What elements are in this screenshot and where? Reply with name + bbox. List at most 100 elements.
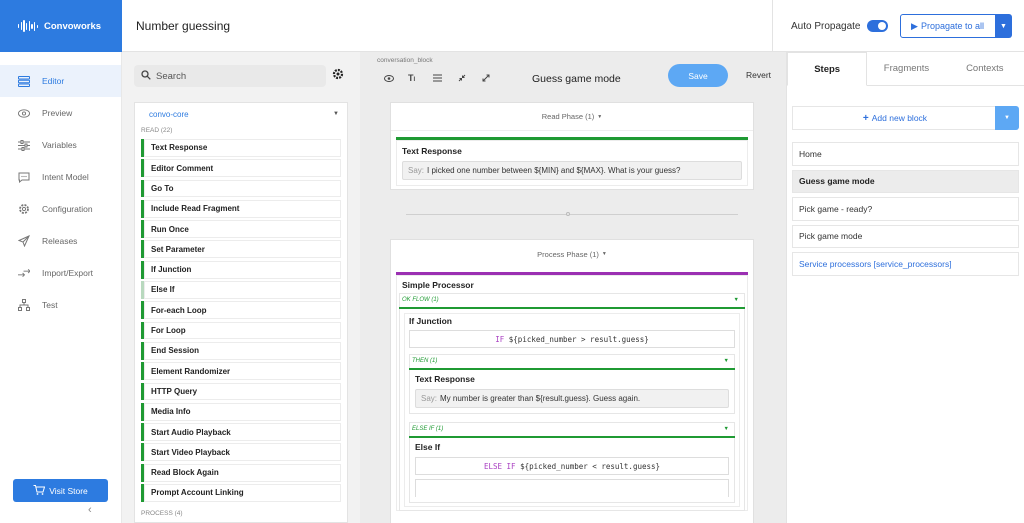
if-junction-element[interactable]: If Junction IF ${picked_number > result.… <box>404 313 740 507</box>
sidebar-item-intent-model[interactable]: Intent Model <box>0 161 121 193</box>
component-item[interactable]: Run Once <box>141 220 341 238</box>
component-item[interactable]: Text Response <box>141 139 341 157</box>
step-item[interactable]: Pick game - ready? <box>792 197 1019 221</box>
component-panel: Search convo-core ▼ READ (22) Text Respo… <box>122 52 360 523</box>
sidebar-item-import-export[interactable]: Import/Export <box>0 257 121 289</box>
right-tabs: Steps Fragments Contexts <box>787 52 1024 86</box>
component-item[interactable]: Set Parameter <box>141 240 341 259</box>
say-text: Say: I picked one number between ${MIN} … <box>402 161 742 180</box>
ok-flow: OK FLOW (1) ▼ If Junction IF ${picked_nu… <box>399 293 745 511</box>
step-item[interactable]: Home <box>792 142 1019 166</box>
process-phase-header[interactable]: Process Phase (1) ▼ <box>391 240 753 268</box>
chevron-down-icon: ▼ <box>723 358 729 364</box>
gear-icon[interactable] <box>332 68 344 82</box>
auto-propagate-label: Auto Propagate <box>791 20 861 32</box>
step-item[interactable]: Pick game mode <box>792 224 1019 248</box>
tab-fragments[interactable]: Fragments <box>867 52 945 85</box>
right-panel: Steps Fragments Contexts + Add new block… <box>786 52 1024 523</box>
expand-icon[interactable] <box>482 74 490 84</box>
search-icon <box>141 69 151 83</box>
gear-icon <box>18 203 30 215</box>
chevron-down-icon: ▼ <box>333 111 339 117</box>
eye-icon <box>18 107 30 119</box>
sidebar-item-variables[interactable]: Variables <box>0 129 121 161</box>
package-select[interactable]: convo-core ▼ <box>135 103 347 125</box>
search-input[interactable]: Search <box>134 65 326 87</box>
component-item[interactable]: Prompt Account Linking <box>141 484 341 502</box>
component-item[interactable]: Go To <box>141 179 341 198</box>
component-item[interactable]: End Session <box>141 341 341 360</box>
cart-icon <box>33 484 46 497</box>
component-item[interactable]: Start Audio Playback <box>141 423 341 441</box>
list-icon[interactable] <box>433 74 442 84</box>
else-if-element[interactable]: Else If ELSE IF ${picked_number < result… <box>415 442 729 497</box>
component-item[interactable]: Start Video Playback <box>141 443 341 462</box>
text-response-element[interactable]: Text Response Say: I picked one number b… <box>396 137 748 186</box>
propagate-dropdown-button[interactable]: ▼ <box>995 14 1012 38</box>
sidebar-item-configuration[interactable]: Configuration <box>0 193 121 225</box>
else-if-flow: ELSE IF (1) ▼ Else If ELSE IF ${picked_n… <box>409 422 735 503</box>
component-item[interactable]: Media Info <box>141 402 341 421</box>
component-list: convo-core ▼ READ (22) Text Response Edit… <box>134 102 348 523</box>
process-phase: Process Phase (1) ▼ Simple Processor OK … <box>390 239 754 523</box>
text-format-icon[interactable]: TI <box>408 73 415 83</box>
chat-icon <box>18 171 30 183</box>
import-export-icon <box>18 267 30 279</box>
component-item[interactable]: If Junction <box>141 260 341 279</box>
nested-flow-placeholder <box>415 479 729 497</box>
tab-contexts[interactable]: Contexts <box>946 52 1024 85</box>
search-placeholder: Search <box>156 70 187 82</box>
page-title: Number guessing <box>136 19 231 33</box>
component-item[interactable]: Include Read Fragment <box>141 199 341 218</box>
divider-handle[interactable] <box>566 212 570 216</box>
then-flow-header[interactable]: THEN (1) ▼ <box>409 354 735 370</box>
component-item[interactable]: Read Block Again <box>141 463 341 482</box>
collapse-icon[interactable] <box>458 74 466 84</box>
propagate-controls: Auto Propagate ▶ Propagate to all ▼ <box>772 0 1024 52</box>
top-bar: Number guessing Auto Propagate ▶ Propaga… <box>122 0 1024 52</box>
component-item[interactable]: Else If <box>141 281 341 299</box>
revert-button[interactable]: Revert <box>746 70 771 80</box>
sidebar-item-releases[interactable]: Releases <box>0 225 121 257</box>
component-item[interactable]: For-each Loop <box>141 301 341 320</box>
chevron-down-icon: ▼ <box>1004 115 1010 121</box>
phase-divider <box>406 214 738 215</box>
else-if-flow-header[interactable]: ELSE IF (1) ▼ <box>409 422 735 438</box>
else-if-condition: ELSE IF ${picked_number < result.guess} <box>415 457 729 475</box>
block-title: Guess game mode <box>532 73 621 85</box>
plus-icon: + <box>862 112 869 124</box>
step-item[interactable]: Guess game mode <box>792 169 1019 193</box>
component-item[interactable]: Editor Comment <box>141 159 341 178</box>
component-item[interactable]: For Loop <box>141 321 341 340</box>
ok-flow-header[interactable]: OK FLOW (1) ▼ <box>399 293 745 309</box>
tree-icon <box>18 299 30 311</box>
chevron-down-icon: ▼ <box>597 113 603 120</box>
play-icon: ▶ <box>911 20 918 31</box>
chevron-down-icon: ▼ <box>733 297 739 303</box>
process-section-label: PROCESS (4) <box>141 510 183 518</box>
propagate-to-all-button[interactable]: ▶ Propagate to all <box>899 14 996 38</box>
simple-processor-element[interactable]: Simple Processor OK FLOW (1) ▼ If Juncti… <box>396 272 748 511</box>
soundwave-icon <box>18 19 38 33</box>
brand-logo[interactable]: Convoworks <box>0 0 122 52</box>
sidebar-item-editor[interactable]: Editor <box>0 65 121 97</box>
save-button[interactable]: Save <box>668 64 728 87</box>
then-text-response[interactable]: Text Response Say: My number is greater … <box>415 374 729 408</box>
add-new-block-button[interactable]: + Add new block <box>792 106 998 130</box>
tab-steps[interactable]: Steps <box>787 52 868 86</box>
step-item[interactable]: Service processors [service_processors] <box>792 252 1019 276</box>
component-item[interactable]: Element Randomizer <box>141 362 341 381</box>
sidebar-item-test[interactable]: Test <box>0 289 121 321</box>
sidebar-item-preview[interactable]: Preview <box>0 97 121 129</box>
component-item[interactable]: HTTP Query <box>141 382 341 401</box>
steps-list: Home Guess game mode Pick game - ready? Pic… <box>792 142 1019 280</box>
add-block-dropdown-button[interactable]: ▼ <box>995 106 1019 130</box>
auto-propagate-toggle[interactable] <box>866 20 888 32</box>
editor-canvas: conversation_block TI Guess game mode Sa… <box>360 52 786 523</box>
collapse-sidebar-icon[interactable]: ‹ <box>88 504 92 516</box>
eye-icon[interactable] <box>384 74 394 84</box>
read-phase: Read Phase (1) ▼ Text Response Say: I pi… <box>390 102 754 190</box>
chevron-down-icon: ▼ <box>723 426 729 432</box>
read-phase-header[interactable]: Read Phase (1) ▼ <box>391 103 753 131</box>
visit-store-button[interactable]: Visit Store <box>13 479 108 502</box>
